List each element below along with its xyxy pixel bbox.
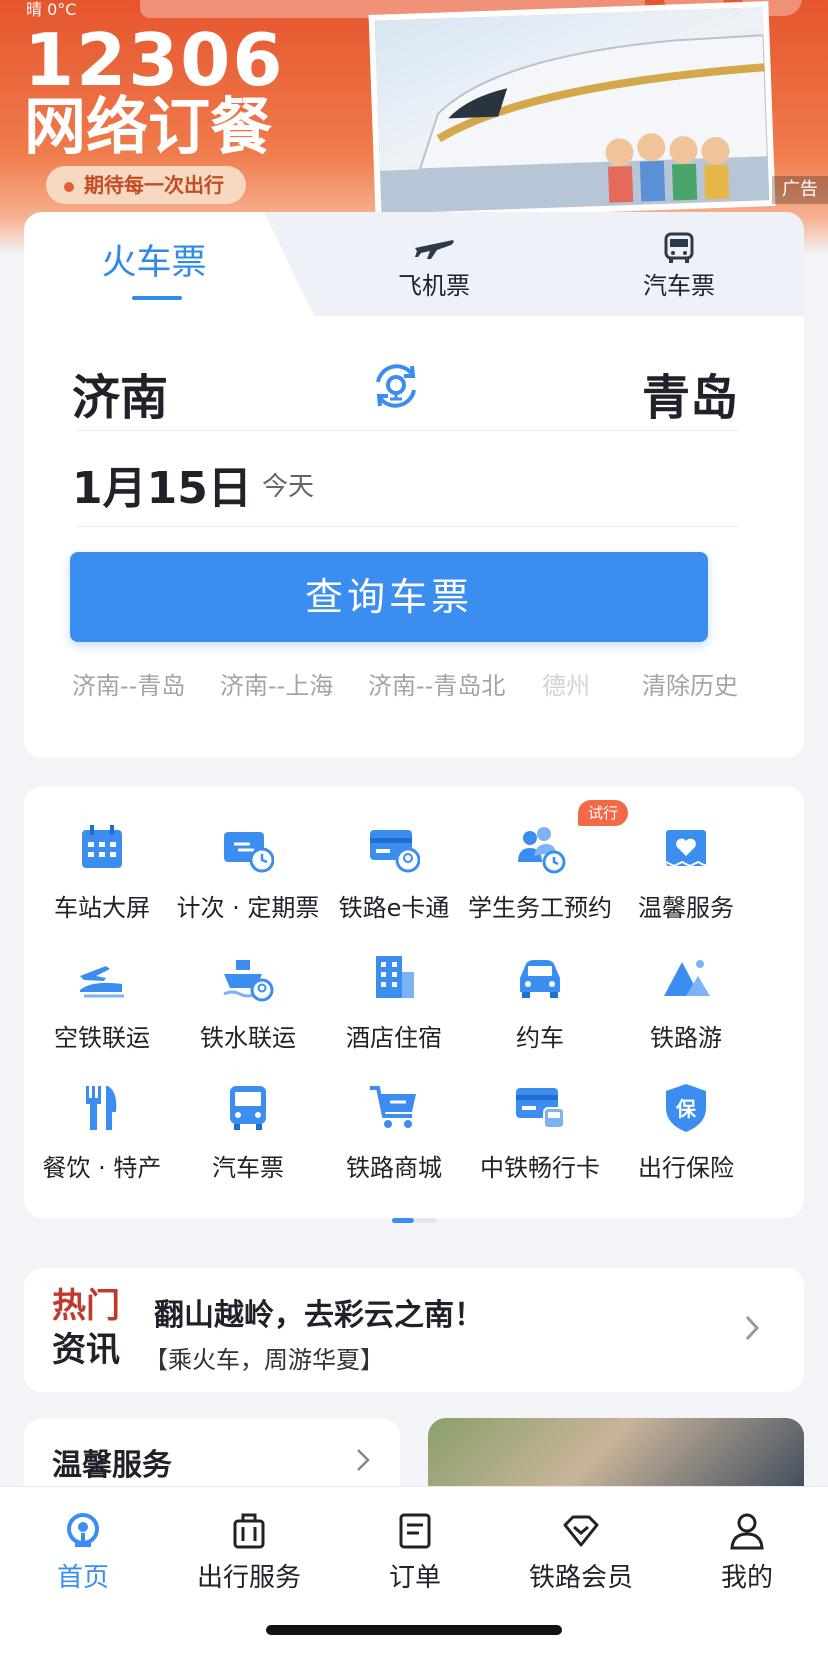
people-clock-icon (518, 827, 566, 874)
mode-tabs: 火车票 飞机票 汽车票 (24, 212, 804, 316)
bus-icon (664, 232, 694, 263)
tab-label: 首页 (56, 1563, 109, 1593)
ad-tag: 广告 (772, 176, 828, 204)
service-rail-ecard[interactable]: 铁路e卡通 (316, 786, 472, 922)
tab-active-underline (132, 296, 182, 300)
tab-plane-ticket[interactable]: 飞机票 (314, 212, 554, 316)
weather-status: 晴 0°C (26, 0, 77, 19)
tab-bus-label: 汽车票 (643, 272, 715, 300)
history-item[interactable]: 济南--青岛北 (368, 666, 505, 701)
tab-orders[interactable]: 订单 (332, 1487, 498, 1597)
history-item[interactable]: 济南--上海 (220, 666, 333, 701)
ticket-search-card: 火车票 飞机票 汽车票 济南 青岛 1月15日 今天 查询车票 济南--青岛 济… (24, 212, 804, 758)
service-label: 出行保险 (638, 1154, 734, 1182)
home-indicator (266, 1625, 562, 1635)
from-city[interactable]: 济南 (72, 358, 168, 428)
service-hotel[interactable]: 酒店住宿 (316, 916, 472, 1052)
swap-stations-icon[interactable] (368, 358, 424, 414)
service-air-rail[interactable]: 空铁联运 (24, 916, 180, 1052)
shield-icon: 保 (666, 1084, 706, 1132)
tab-label: 铁路会员 (528, 1563, 633, 1593)
order-list-icon (399, 1513, 431, 1549)
banner-title-line1: 12306 (24, 18, 285, 102)
service-station-screen[interactable]: 车站大屏 (24, 786, 180, 922)
service-warm-service[interactable]: 温馨服务 (608, 786, 764, 922)
tab-rail-member[interactable]: 铁路会员 (498, 1487, 664, 1597)
banner-train-photo (368, 1, 776, 220)
warm-service-title: 温馨服务 (52, 1448, 172, 1483)
tab-label: 出行服务 (196, 1563, 301, 1593)
tab-train-label: 火车票 (101, 243, 207, 283)
calendar-screen-icon (82, 825, 122, 868)
hot-news-tag: 热门 资讯 (52, 1284, 132, 1372)
chevron-right-icon (357, 1449, 370, 1471)
services-grid: 试行 车站大屏 计次 · 定期票 铁路e卡通 学生务工预约 温馨服务 空铁联运 … (24, 786, 804, 1223)
ticket-clock-icon (224, 832, 274, 873)
page-dot-active (392, 1218, 414, 1223)
svg-text:保: 保 (675, 1097, 697, 1121)
ship-train-icon (223, 960, 274, 1002)
service-car-hailing[interactable]: 约车 (462, 916, 618, 1052)
to-city[interactable]: 青岛 (642, 358, 738, 428)
heart-box-icon (665, 830, 707, 868)
search-tickets-button[interactable]: 查询车票 (70, 552, 708, 642)
service-rail-card[interactable]: 中铁畅行卡 (462, 1046, 618, 1182)
service-bus-ticket[interactable]: 汽车票 (170, 1046, 326, 1182)
news-tag-line1: 热门 (52, 1286, 120, 1326)
route-row: 济南 青岛 (72, 352, 738, 432)
plane-train-icon (80, 966, 124, 998)
service-rail-tour[interactable]: 铁路游 (608, 916, 764, 1052)
rail-card-icon (370, 830, 420, 873)
user-icon (730, 1513, 764, 1550)
card-train-icon (516, 1088, 565, 1129)
car-icon (520, 960, 560, 998)
date-divider (76, 526, 738, 527)
bottom-tab-bar: 首页 出行服务 订单 铁路会员 我的 (0, 1486, 828, 1654)
plane-icon (415, 240, 454, 259)
bus-icon (230, 1086, 266, 1130)
service-period-ticket[interactable]: 计次 · 定期票 (170, 786, 326, 922)
mountain-icon (664, 960, 710, 996)
tab-bus-ticket[interactable]: 汽车票 (554, 212, 804, 316)
tab-plane-label: 飞机票 (398, 272, 470, 300)
fork-knife-icon (86, 1086, 117, 1130)
chevron-right-icon (745, 1315, 760, 1341)
train-illustration (379, 34, 770, 214)
departure-day-label: 今天 (262, 472, 315, 502)
service-rail-mall[interactable]: 铁路商城 (316, 1046, 472, 1182)
service-student-worker[interactable]: 学生务工预约 (462, 786, 618, 922)
tab-home[interactable]: 首页 (0, 1487, 166, 1597)
departure-date[interactable]: 1月15日 (72, 452, 252, 516)
news-tag-line2: 资讯 (52, 1330, 120, 1370)
diamond-icon (563, 1515, 599, 1547)
banner-title-line2: 网络订餐 (24, 90, 273, 163)
banner-slogan: 期待每一次出行 (46, 166, 246, 204)
clear-history-button[interactable]: 清除历史 (642, 666, 738, 701)
hot-news-card[interactable]: 热门 资讯 翻山越岭，去彩云之南！ 【乘火车，周游华夏】 (24, 1268, 804, 1392)
service-insurance[interactable]: 保 出行保险 (608, 1046, 764, 1182)
tab-travel-service[interactable]: 出行服务 (166, 1487, 332, 1597)
tab-train-ticket[interactable]: 火车票 (24, 212, 284, 316)
history-item[interactable]: 济南--青岛 (72, 666, 185, 701)
page-dot (414, 1218, 436, 1223)
hotel-icon (376, 956, 414, 998)
tab-label: 我的 (720, 1563, 773, 1593)
cart-icon (370, 1086, 416, 1128)
search-history: 济南--青岛 济南--上海 济南--青岛北 德州 清除历史 (72, 666, 738, 706)
news-title: 翻山越岭，去彩云之南！ (154, 1298, 484, 1333)
tab-label: 订单 (388, 1563, 441, 1593)
tab-profile[interactable]: 我的 (664, 1487, 828, 1597)
history-item[interactable]: 德州 (542, 666, 590, 701)
home-rail-logo-icon (67, 1513, 99, 1547)
service-dining[interactable]: 餐饮 · 特产 (24, 1046, 180, 1182)
route-divider (76, 430, 738, 431)
news-subtitle: 【乘火车，周游华夏】 (144, 1346, 384, 1374)
luggage-icon (233, 1513, 265, 1549)
service-rail-water[interactable]: 铁水联运 (170, 916, 326, 1052)
